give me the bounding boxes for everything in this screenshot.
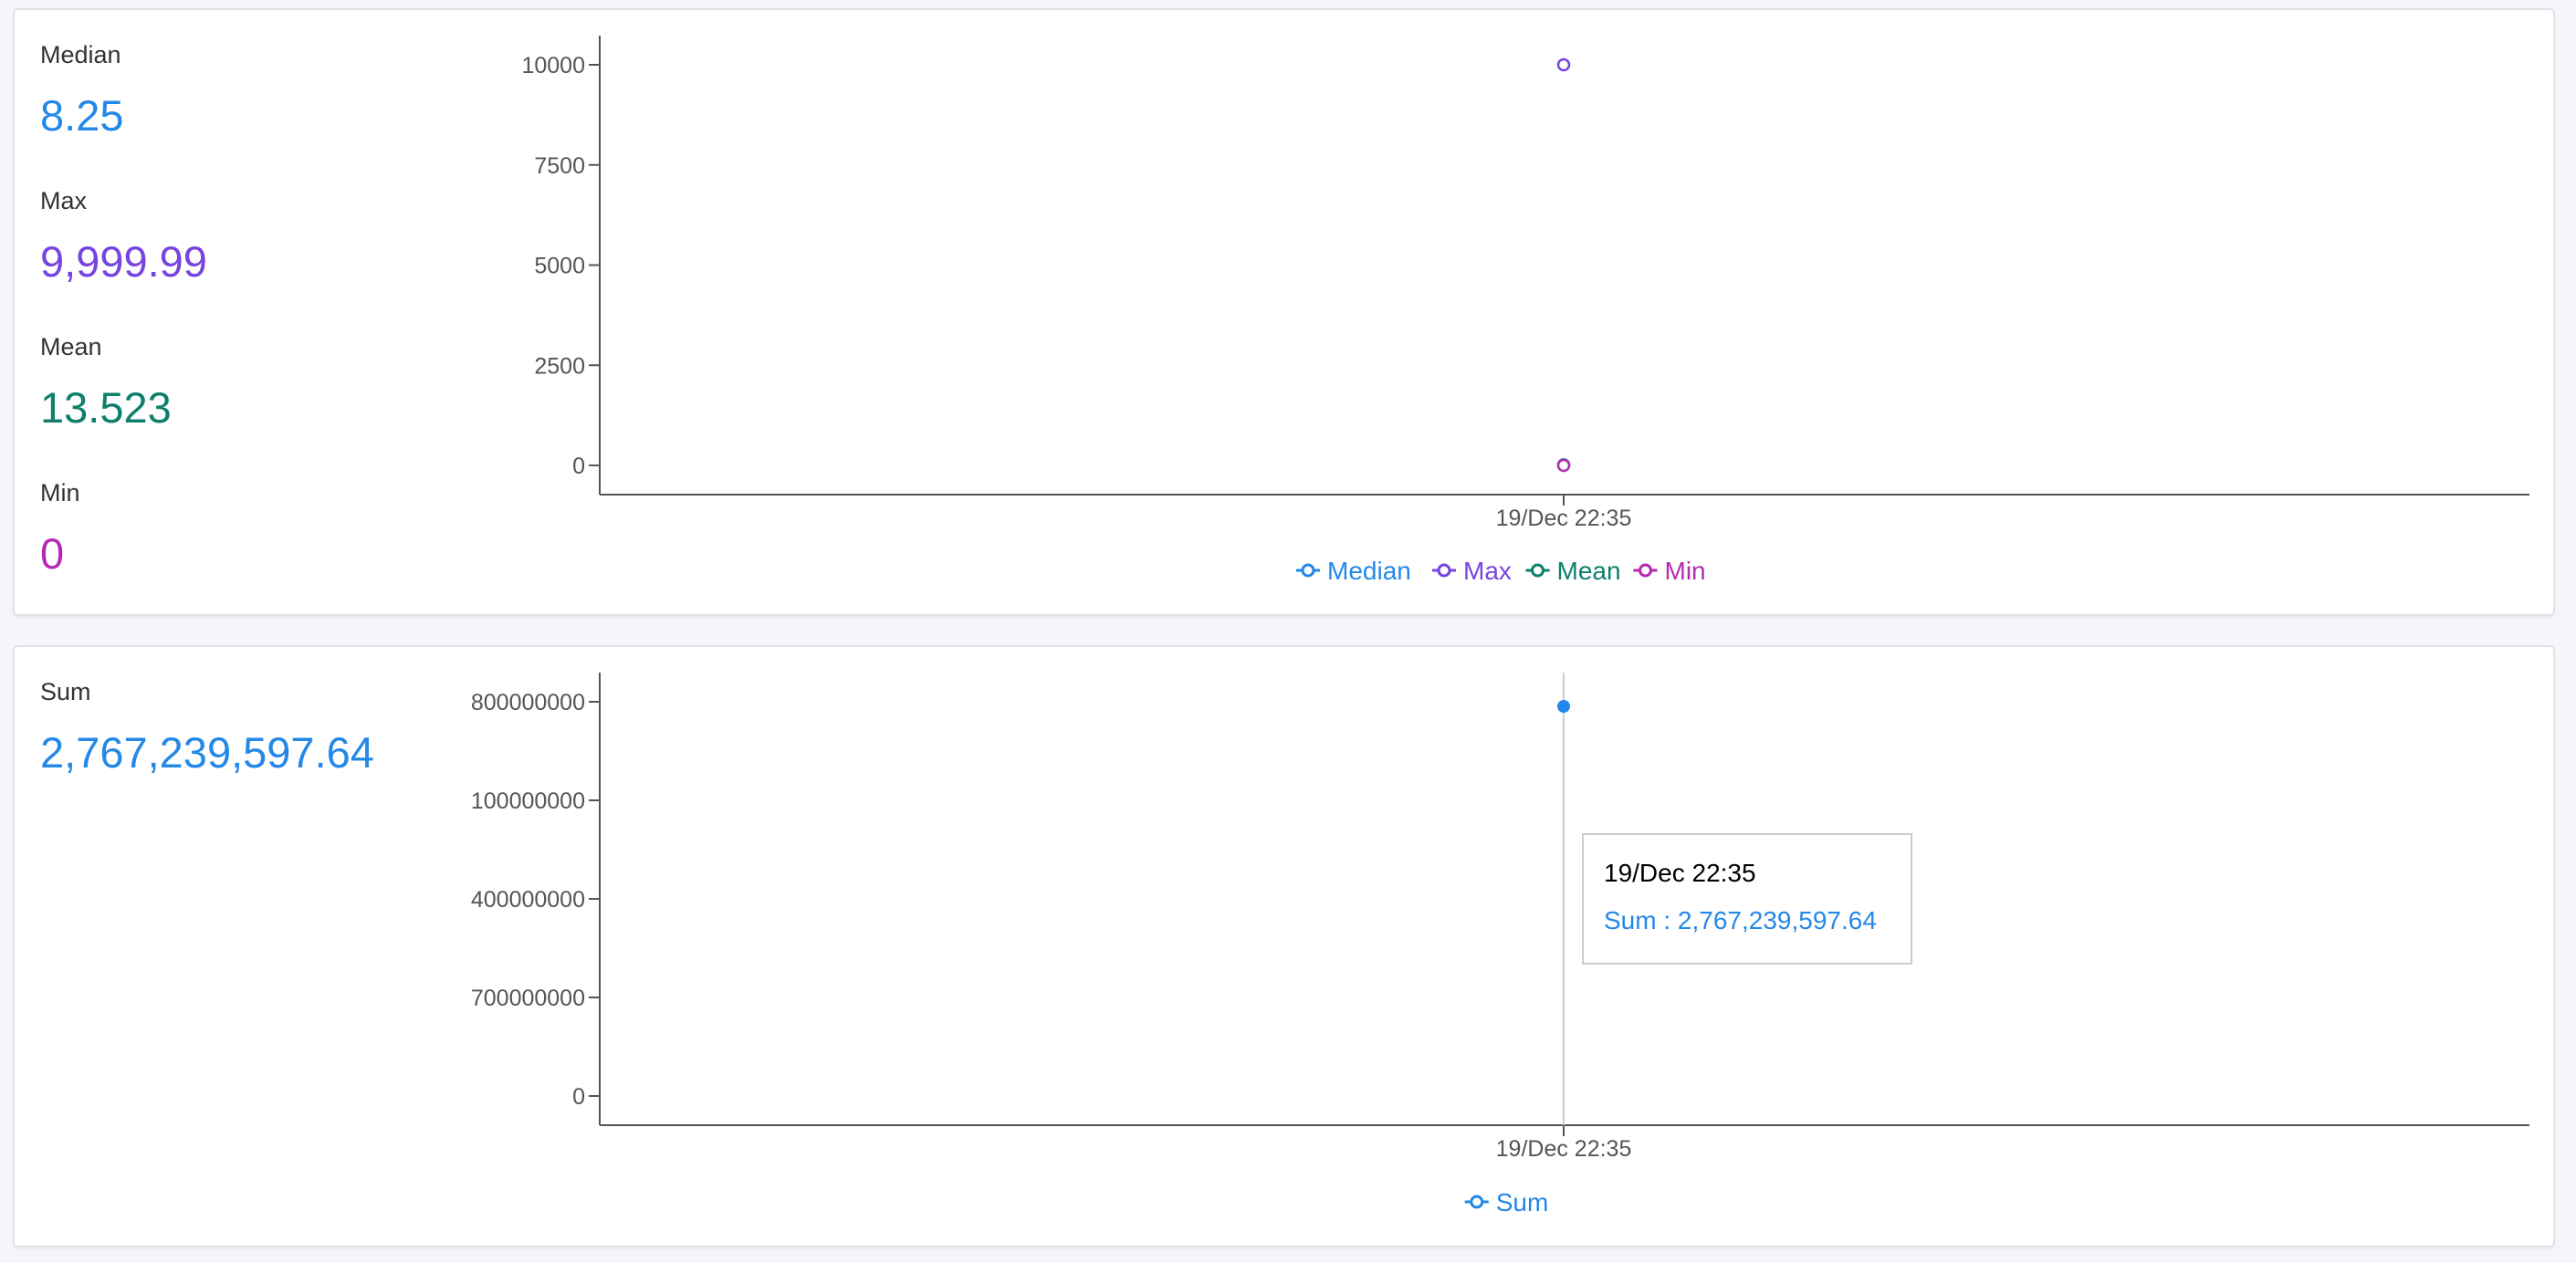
y-tick-label: 2500 bbox=[534, 353, 585, 379]
chart-axes: 800000000 100000000 400000000 700000000 0 19/… bbox=[471, 673, 2529, 1162]
tooltip-sum-row: Sum : 2,767,239,597.64 bbox=[1604, 906, 1877, 934]
x-tick-label: 19/Dec 22:35 bbox=[1496, 506, 1632, 531]
chart-tooltip: 19/Dec 22:35 Sum : 2,767,239,597.64 bbox=[1582, 833, 1912, 965]
legend-item-max[interactable]: Max bbox=[1432, 557, 1512, 585]
data-point-max bbox=[1556, 57, 1571, 72]
legend-marker-icon bbox=[1639, 563, 1652, 578]
chart-axes: 10000 7500 5000 2500 0 19/Dec 22:35 bbox=[521, 36, 2529, 531]
y-tick-label: 700000000 bbox=[471, 986, 585, 1011]
y-tick-label: 7500 bbox=[534, 153, 585, 179]
y-tick-label: 10000 bbox=[521, 53, 585, 78]
sum-line-chart[interactable]: 800000000 100000000 400000000 700000000 0 19/… bbox=[15, 647, 2553, 1246]
chart-points bbox=[1557, 700, 1570, 713]
chart-legend: Sum bbox=[1464, 1188, 1549, 1216]
legend-marker-icon bbox=[1470, 1195, 1484, 1209]
legend-item-mean[interactable]: Mean bbox=[1525, 557, 1621, 585]
legend-label: Median bbox=[1327, 557, 1411, 585]
stats-line-chart[interactable]: 10000750050002500019/Dec 22:35Median Max M… bbox=[15, 10, 2553, 614]
legend-label: Mean bbox=[1557, 557, 1621, 585]
legend-item-sum[interactable]: Sum bbox=[1464, 1188, 1549, 1216]
data-point-min bbox=[1556, 458, 1571, 473]
x-tick-label: 19/Dec 22:35 bbox=[1496, 1136, 1632, 1162]
y-tick-label: 0 bbox=[572, 1084, 585, 1110]
y-tick-label: 400000000 bbox=[471, 887, 585, 913]
tooltip-title: 19/Dec 22:35 bbox=[1604, 859, 1756, 887]
y-tick-label: 100000000 bbox=[471, 788, 585, 814]
stats-card-1: Median 8.25 Max 9,999.99 Mean 13.523 Min… bbox=[13, 8, 2555, 616]
legend-item-median[interactable]: Median bbox=[1296, 557, 1411, 585]
stats-card-2: Sum 2,767,239,597.64 800000000 100000000 4… bbox=[13, 645, 2555, 1247]
legend-item-min[interactable]: Min bbox=[1633, 557, 1706, 585]
chart-points bbox=[1556, 57, 1571, 473]
y-tick-label: 5000 bbox=[534, 254, 585, 279]
legend-marker-icon bbox=[1437, 563, 1451, 578]
legend-marker-icon bbox=[1531, 563, 1545, 578]
legend-label: Sum bbox=[1496, 1188, 1549, 1216]
legend-label: Max bbox=[1463, 557, 1512, 585]
chart-legend: Median Max Mean Min bbox=[1296, 557, 1706, 585]
y-tick-label: 800000000 bbox=[471, 690, 585, 715]
data-point-sum bbox=[1557, 700, 1570, 713]
legend-label: Min bbox=[1665, 557, 1706, 585]
y-tick-label: 0 bbox=[572, 454, 585, 479]
legend-marker-icon bbox=[1301, 563, 1315, 578]
